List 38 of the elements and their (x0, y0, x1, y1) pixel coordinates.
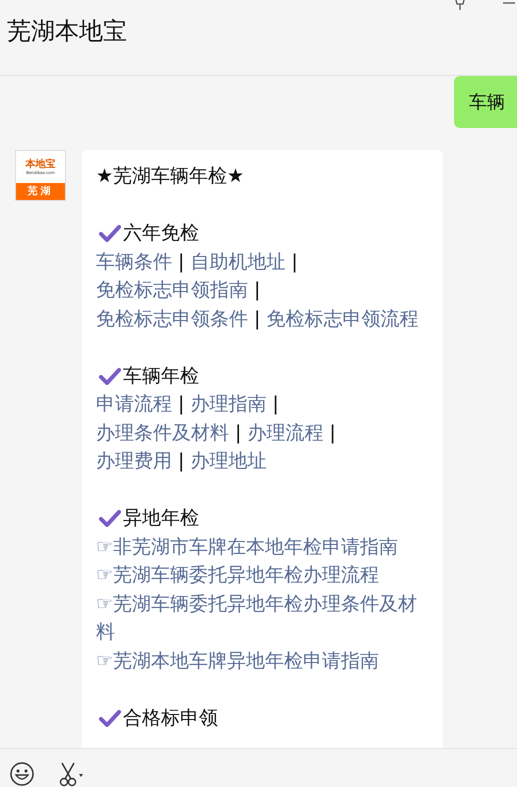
section-heading: 六年免检 (123, 221, 199, 246)
section-heading: 车辆年检 (123, 364, 199, 388)
link[interactable]: ☞非芜湖市车牌在本地年检申请指南 (96, 532, 421, 561)
minimize-icon[interactable] (503, 1, 515, 5)
emoji-icon[interactable] (9, 761, 35, 787)
separator: | (272, 393, 279, 415)
link[interactable]: 办理流程 (247, 422, 324, 444)
check-icon (99, 708, 121, 727)
section-heading: 合格标申领 (123, 706, 218, 730)
separator: | (178, 250, 184, 272)
link[interactable]: 办理指南 (190, 393, 266, 415)
check-icon (99, 509, 121, 528)
message-title: ★芜湖车辆年检★ (96, 164, 246, 189)
check-icon (99, 224, 121, 242)
link[interactable]: 申请流程 (96, 393, 172, 415)
section-heading: 异地年检 (123, 506, 199, 531)
separator: | (254, 308, 260, 330)
link[interactable]: ☞芜湖车辆委托异地年检办理流程 (96, 561, 421, 590)
separator: | (178, 450, 184, 472)
link[interactable]: ☞芜湖车辆委托异地年检办理条件及材料 (96, 590, 421, 646)
link[interactable]: 办理地址 (190, 450, 266, 472)
link[interactable]: 车辆条件 (96, 250, 172, 272)
separator: | (178, 393, 184, 415)
link[interactable]: 免检标志申领条件 (96, 308, 248, 330)
link[interactable]: 自助机地址 (190, 250, 286, 272)
check-icon (99, 366, 121, 385)
link[interactable]: 办理条件及材料 (96, 422, 229, 444)
separator: | (235, 422, 242, 444)
scissors-icon[interactable] (57, 761, 85, 787)
link[interactable]: 免检标志申领流程 (266, 308, 418, 330)
link[interactable]: 免检标志申领指南 (96, 279, 248, 301)
chat-title: 芜湖本地宝 (7, 16, 127, 46)
link[interactable]: 办理费用 (96, 450, 172, 472)
link[interactable]: ☞芜湖本地车牌异地年检申请指南 (96, 646, 421, 675)
separator: | (291, 250, 298, 272)
separator: | (329, 422, 336, 444)
sent-message: 车辆 (454, 76, 517, 128)
separator: | (254, 279, 260, 301)
